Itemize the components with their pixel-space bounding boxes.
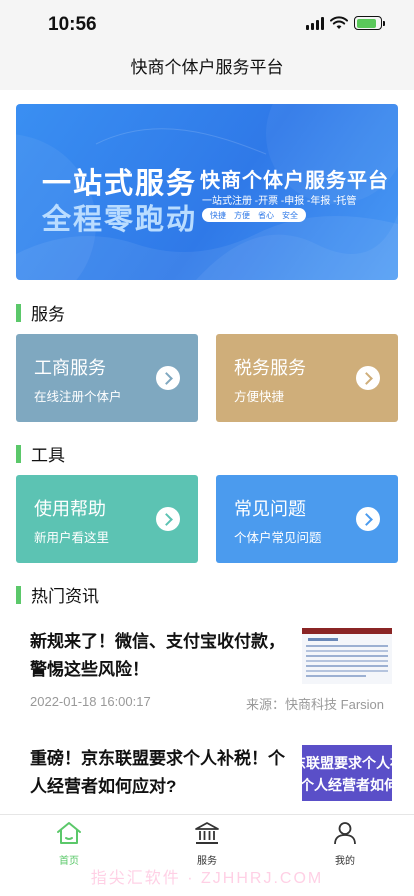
news-thumbnail: 东联盟要求个人补 个人经营者如何应对 bbox=[302, 745, 392, 801]
cellular-signal-icon bbox=[306, 16, 324, 30]
chevron-right-icon bbox=[356, 366, 380, 390]
bank-icon bbox=[195, 822, 219, 844]
promo-banner[interactable]: 一站式服务 全程零跑动 快商个体户服务平台 一站式注册 -开票 -申报 -年报 … bbox=[16, 104, 398, 280]
section-marker bbox=[16, 444, 21, 463]
section-title: 服务 bbox=[31, 305, 65, 324]
tax-service-card[interactable]: 税务服务 方便快捷 bbox=[216, 334, 398, 422]
banner-slogan-2: 全程零跑动 bbox=[42, 204, 198, 236]
card-subtitle: 个体户常见问题 bbox=[234, 531, 322, 545]
section-news: 热门资讯 bbox=[16, 582, 99, 607]
thumb-text: 东联盟要求个人补 bbox=[302, 755, 392, 771]
news-thumbnail bbox=[302, 628, 392, 684]
section-tools: 工具 bbox=[16, 441, 65, 466]
help-card[interactable]: 使用帮助 新用户看这里 bbox=[16, 475, 198, 563]
card-title: 使用帮助 bbox=[34, 499, 106, 519]
card-subtitle: 方便快捷 bbox=[234, 390, 285, 404]
news-item[interactable]: 新规来了！微信、支付宝收付款，警惕这些风险！ 2022-01-18 16:00:… bbox=[0, 628, 414, 718]
section-marker bbox=[16, 585, 21, 604]
banner-subtitle: 一站式注册 -开票 -申报 -年报 -托管 bbox=[202, 196, 357, 207]
thumb-text: 个人经营者如何应对 bbox=[302, 777, 392, 793]
card-subtitle: 在线注册个体户 bbox=[34, 390, 122, 404]
chevron-right-icon bbox=[156, 366, 180, 390]
news-title: 重磅！京东联盟要求个人补税！个人经营者如何应对? bbox=[30, 749, 285, 796]
news-title: 新规来了！微信、支付宝收付款，警惕这些风险！ bbox=[30, 632, 285, 679]
banner-title: 快商个体户服务平台 bbox=[200, 170, 389, 192]
news-date: 2022-01-18 16:00:17 bbox=[30, 694, 151, 709]
battery-icon bbox=[354, 16, 385, 30]
wifi-icon bbox=[330, 16, 348, 29]
user-icon bbox=[334, 822, 356, 845]
card-title: 常见问题 bbox=[234, 499, 306, 519]
banner-tag: 省心 bbox=[258, 210, 274, 220]
section-title: 工具 bbox=[31, 446, 65, 465]
section-title: 热门资讯 bbox=[31, 587, 99, 606]
card-subtitle: 新用户看这里 bbox=[34, 531, 110, 545]
section-marker bbox=[16, 303, 21, 322]
news-source: 来源：快商科技 Farsion bbox=[246, 697, 384, 712]
banner-tags: 快捷 方便 省心 安全 bbox=[202, 208, 306, 222]
card-title: 税务服务 bbox=[234, 358, 306, 378]
watermark: 指尖汇软件 · ZJHHRJ.COM bbox=[90, 870, 324, 887]
page-title: 快商个体户服务平台 bbox=[130, 58, 284, 77]
tab-service[interactable]: 服务 bbox=[167, 821, 247, 867]
status-icons bbox=[306, 16, 385, 30]
section-service: 服务 bbox=[16, 300, 65, 325]
chevron-right-icon bbox=[356, 507, 380, 531]
banner-tag: 快捷 bbox=[210, 210, 226, 220]
banner-tag: 方便 bbox=[234, 210, 250, 220]
tab-mine[interactable]: 我的 bbox=[305, 821, 385, 867]
chevron-right-icon bbox=[156, 507, 180, 531]
status-time: 10:56 bbox=[48, 14, 97, 35]
tab-home[interactable]: 首页 bbox=[29, 821, 109, 867]
nav-bar: 快商个体户服务平台 bbox=[0, 48, 414, 90]
status-bar: 10:56 bbox=[0, 0, 414, 48]
faq-card[interactable]: 常见问题 个体户常见问题 bbox=[216, 475, 398, 563]
home-icon bbox=[57, 822, 81, 844]
card-title: 工商服务 bbox=[34, 358, 106, 378]
banner-tag: 安全 bbox=[282, 210, 298, 220]
business-service-card[interactable]: 工商服务 在线注册个体户 bbox=[16, 334, 198, 422]
news-item[interactable]: 重磅！京东联盟要求个人补税！个人经营者如何应对? 东联盟要求个人补 个人经营者如… bbox=[0, 745, 414, 815]
